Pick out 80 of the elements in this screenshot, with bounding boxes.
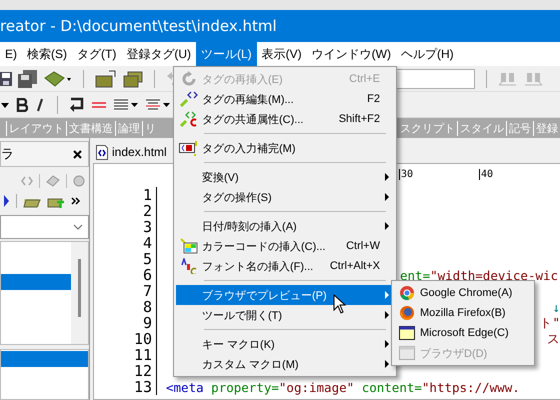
line-number: 12 xyxy=(94,363,157,379)
menu-item[interactable]: フォント名の挿入(F)... Ctrl+Alt+X xyxy=(176,256,394,276)
align-center-icon[interactable] xyxy=(145,98,171,110)
menu-item[interactable]: Microsoft Edge(C) xyxy=(394,323,532,343)
chevrons-icon[interactable] xyxy=(71,197,81,205)
menu-item[interactable]: タグの共通属性(C)... Shift+F2 xyxy=(176,109,394,129)
menu-item[interactable]: タグの操作(S) xyxy=(176,187,394,207)
code-text: ent="width=device-wic xyxy=(400,268,558,282)
line-number: 1 xyxy=(94,187,157,203)
menu-item[interactable]: カスタム マクロ(M) xyxy=(176,354,394,374)
menu-item[interactable]: 変換(V) xyxy=(176,167,394,187)
floppy-icon[interactable] xyxy=(0,70,12,86)
horizontal-rule-icon[interactable] xyxy=(91,100,107,110)
floppy-stack-icon[interactable] xyxy=(18,70,38,88)
menu-item[interactable]: 日付/時刻の挿入(A) xyxy=(176,216,394,236)
submenu-arrow-icon xyxy=(385,340,389,348)
bold-icon[interactable] xyxy=(16,98,28,112)
submenu-arrow-icon xyxy=(385,360,389,368)
line-number: 5 xyxy=(94,251,157,267)
line-number: 8 xyxy=(94,299,157,315)
ruler-label: 30 xyxy=(399,169,479,180)
submenu-arrow-icon xyxy=(385,193,389,201)
align-icon[interactable] xyxy=(113,98,139,110)
tag-completion-icon xyxy=(179,140,199,156)
code-text: <meta property="og:image" content="https://www. xyxy=(166,380,520,394)
line-number: 10 xyxy=(94,331,157,347)
line-number: 7 xyxy=(94,283,157,299)
window-icon xyxy=(399,326,415,340)
code-text: ト" xyxy=(539,314,560,332)
folders-icon[interactable] xyxy=(123,70,143,88)
italic-icon[interactable] xyxy=(34,98,46,112)
window-title: reator - D:\document\test\index.html xyxy=(0,17,277,35)
menu-item[interactable]: タグの再編集(M)... F2 xyxy=(176,89,394,109)
firefox-icon xyxy=(399,305,415,321)
menu-item[interactable]: タグ(T) xyxy=(72,42,122,66)
menu-item[interactable]: ブラウザでプレビュー(P) xyxy=(176,285,394,305)
line-number: 11 xyxy=(94,347,157,363)
font-icon xyxy=(181,258,197,274)
tag-pencil-icon xyxy=(180,91,198,107)
code-text: ↓ xyxy=(552,300,560,314)
tag-marker-icon[interactable] xyxy=(4,194,10,208)
submenu-arrow-icon xyxy=(385,291,389,299)
menu-item[interactable]: 検索(S) xyxy=(22,42,72,66)
close-icon[interactable] xyxy=(73,150,82,158)
line-number: 4 xyxy=(94,235,157,251)
panel-title: ラ xyxy=(1,146,14,163)
code-text: ス xyxy=(547,330,560,348)
menu-item[interactable]: 登録タグ(U) xyxy=(121,42,196,66)
html-file-icon xyxy=(96,144,108,160)
caret-icon[interactable] xyxy=(0,100,10,108)
line-break-icon[interactable] xyxy=(69,96,85,112)
line-number: 2 xyxy=(94,203,157,219)
menu-item[interactable]: ウインドウ(W) xyxy=(306,42,396,66)
line-number: 3 xyxy=(94,219,157,235)
menu-item[interactable]: E) xyxy=(0,42,22,66)
submenu-arrow-icon xyxy=(385,222,389,230)
line-number: 13 xyxy=(94,379,157,395)
refresh-icon xyxy=(181,71,197,87)
menu-item[interactable]: ヘルプ(H) xyxy=(396,42,459,66)
scrollbar-thumb[interactable] xyxy=(78,259,81,317)
menu-item[interactable]: ツール(L) xyxy=(196,42,257,66)
menu-item[interactable]: タグの入力補完(M) xyxy=(176,138,394,158)
submenu-arrow-icon xyxy=(385,311,389,319)
line-number: 9 xyxy=(94,315,157,331)
menu-item[interactable]: キー マクロ(K) xyxy=(176,334,394,354)
color-swatch-icon xyxy=(180,238,198,254)
chrome-icon xyxy=(399,285,415,301)
menu-item[interactable]: カラーコードの挿入(C)... Ctrl+W xyxy=(176,236,394,256)
chevron-down-icon xyxy=(73,224,83,230)
menu-item[interactable]: 表示(V) xyxy=(256,42,307,66)
dropdown[interactable] xyxy=(0,215,89,239)
window-icon xyxy=(399,346,415,360)
mouse-cursor-icon xyxy=(333,294,346,314)
ruler-label: 40 xyxy=(479,169,559,180)
menu-item[interactable]: Mozilla Firefox(B) xyxy=(394,303,532,323)
line-number: 6 xyxy=(94,267,157,283)
submenu-arrow-icon xyxy=(385,173,389,181)
menu-item[interactable]: Google Chrome(A) xyxy=(394,283,532,303)
tag-pencil-c-icon xyxy=(180,111,198,127)
menu-item[interactable]: ツールで開く(T) xyxy=(176,305,394,325)
